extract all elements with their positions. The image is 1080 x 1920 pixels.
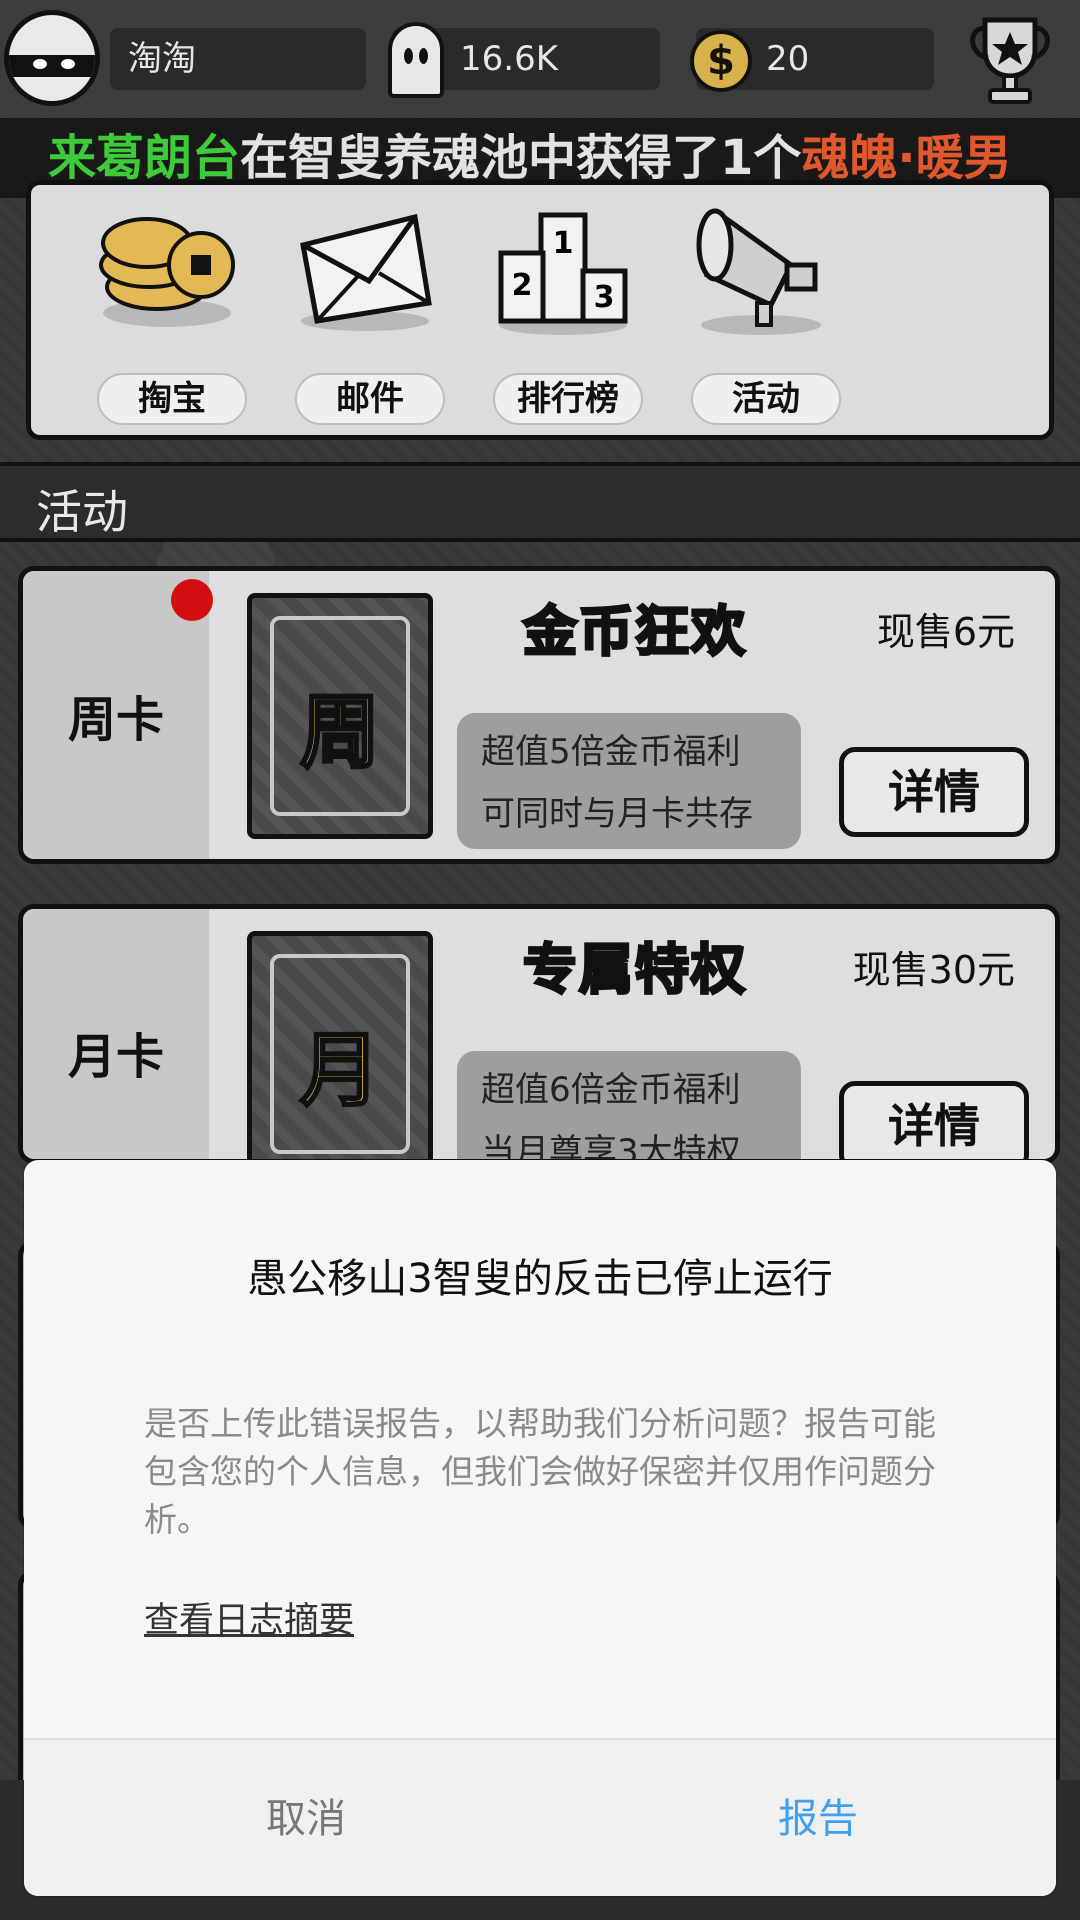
shortcut-label: 活动 — [691, 373, 841, 425]
player-name: 淘淘 — [110, 28, 366, 90]
crash-dialog: 愚公移山3智叟的反击已停止运行 是否上传此错误报告，以帮助我们分析问题？报告可能… — [24, 1160, 1056, 1896]
svg-text:3: 3 — [594, 280, 615, 315]
shortcut-panel: 掏宝 邮件 1 2 3 排行榜 活动 — [26, 180, 1054, 440]
shortcut-label: 排行榜 — [493, 373, 643, 425]
card-description: 超值5倍金币福利 可同时与月卡共存 — [457, 713, 801, 849]
ghost-icon — [388, 22, 444, 98]
envelope-icon — [300, 213, 432, 331]
avatar-eye-icon — [33, 59, 47, 69]
card-desc-line: 超值5倍金币福利 — [481, 732, 741, 772]
dialog-title: 愚公移山3智叟的反击已停止运行 — [247, 1256, 833, 1302]
avatar-eye-icon — [61, 59, 75, 69]
card-desc-line: 超值6倍金币福利 — [481, 1070, 741, 1110]
month-card-art: 月 — [247, 931, 433, 1159]
dialog-message: 是否上传此错误报告，以帮助我们分析问题？报告可能包含您的个人信息，但我们会做好保… — [144, 1404, 936, 1539]
gold-coins-icon — [99, 217, 235, 327]
card-desc-line: 可同时与月卡共存 — [481, 794, 753, 834]
podium-icon: 1 2 3 — [498, 212, 628, 335]
card-month: 月卡 月 专属特权 现售30元 超值6倍金币福利 当月尊享3大特权 详情 — [18, 904, 1060, 1164]
top-status-bar: 淘淘 16.6K 20 $ — [0, 0, 1080, 118]
card-week: 周卡 周 金币狂欢 现售6元 超值5倍金币福利 可同时与月卡共存 详情 — [18, 566, 1060, 864]
card-title: 专属特权 — [522, 937, 747, 1003]
shortcut-taobao[interactable]: 掏宝 — [77, 195, 247, 425]
marquee-player-name: 来葛朗台 — [48, 130, 241, 186]
megaphone-icon — [696, 208, 821, 335]
details-button[interactable]: 详情 — [839, 747, 1029, 837]
coin-icon: $ — [690, 30, 752, 92]
section-header: 活动 — [0, 462, 1080, 542]
week-card-art: 周 — [247, 593, 433, 839]
card-price: 现售6元 — [876, 610, 1015, 654]
marquee-item-name: 魂魄·暖男 — [801, 130, 1012, 186]
notification-dot — [171, 579, 213, 621]
details-button[interactable]: 详情 — [839, 1081, 1029, 1159]
shortcut-label: 邮件 — [295, 373, 445, 425]
marquee-text: 在智叟养魂池中获得了1个 — [240, 130, 802, 186]
shortcut-leaderboard[interactable]: 1 2 3 排行榜 — [473, 195, 643, 425]
shortcut-activity[interactable]: 活动 — [671, 195, 841, 425]
dialog-footer: 取消 报告 — [24, 1738, 1056, 1896]
view-log-summary-link[interactable]: 查看日志摘要 — [144, 1592, 354, 1643]
card-glyph: 周 — [299, 685, 382, 781]
card-price: 现售30元 — [852, 948, 1015, 992]
card-description: 超值6倍金币福利 当月尊享3大特权 — [457, 1051, 801, 1164]
player-avatar[interactable] — [4, 10, 100, 106]
card-glyph: 月 — [299, 1023, 382, 1119]
svg-text:2: 2 — [512, 268, 533, 303]
card-title: 金币狂欢 — [522, 599, 747, 665]
section-title: 活动 — [36, 485, 128, 539]
report-button[interactable]: 报告 — [668, 1786, 968, 1844]
svg-text:1: 1 — [553, 226, 574, 261]
shortcut-mail[interactable]: 邮件 — [275, 195, 445, 425]
card-side-label: 月卡 — [23, 909, 209, 1159]
trophy-icon[interactable] — [960, 10, 1060, 110]
cancel-button[interactable]: 取消 — [156, 1786, 456, 1844]
avatar-headband — [9, 55, 95, 77]
card-desc-line: 当月尊享3大特权 — [481, 1132, 741, 1164]
shortcut-label: 掏宝 — [97, 373, 247, 425]
